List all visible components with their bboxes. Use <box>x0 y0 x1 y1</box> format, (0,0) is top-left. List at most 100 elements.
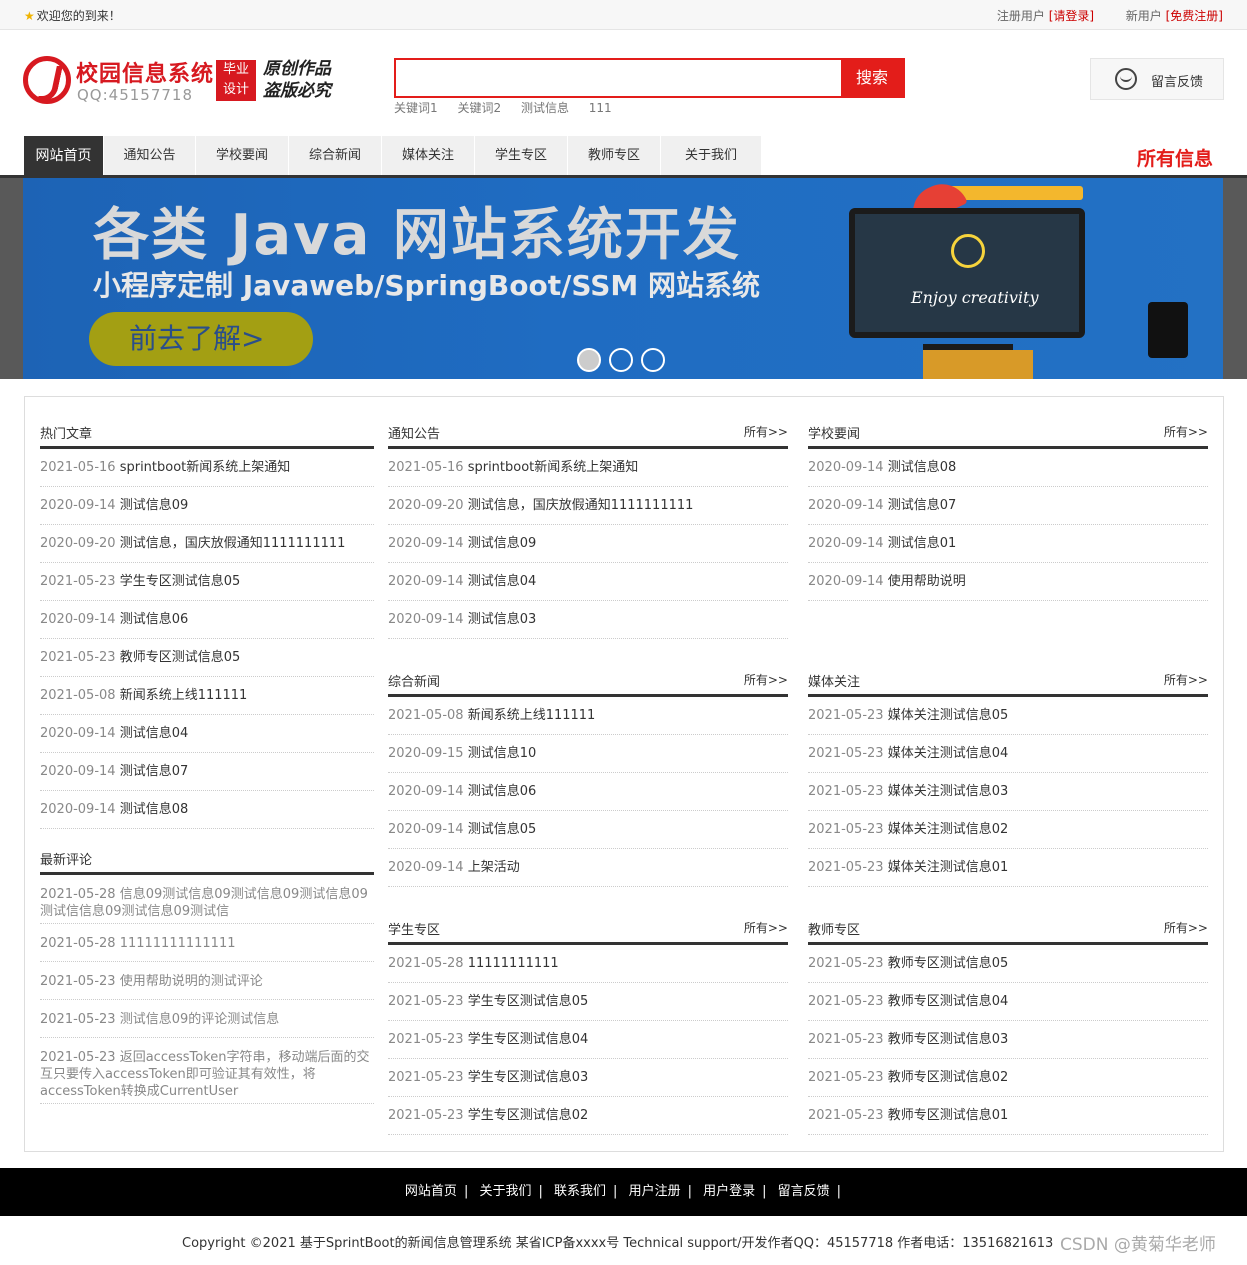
slogan: 原创作品 盗版必究 <box>263 59 331 101</box>
more-link[interactable]: 所有>> <box>1164 919 1208 936</box>
list-item[interactable]: 2020-09-14 测试信息04 <box>40 715 374 753</box>
list-item[interactable]: 2020-09-14 测试信息06 <box>388 773 788 811</box>
list-item[interactable]: 2021-05-23 返回accessToken字符串，移动端后面的交互只要传入… <box>40 1038 374 1104</box>
notice-list: 2021-05-16 sprintboot新闻系统上架通知 2020-09-20 … <box>388 449 788 639</box>
list-item[interactable]: 2021-05-28 信息09测试信息09测试信息09测试信息09测试信信息09… <box>40 875 374 924</box>
item-date: 2020-09-14 <box>388 784 464 799</box>
list-item[interactable]: 2021-05-23 教师专区测试信息03 <box>808 1021 1208 1059</box>
more-link[interactable]: 所有>> <box>1164 423 1208 440</box>
list-item[interactable]: 2021-05-23 使用帮助说明的测试评论 <box>40 962 374 1000</box>
site-logo[interactable]: 校园信息系统 QQ:45157718 毕业 设计 原创作品 盗版必究 <box>23 56 353 106</box>
list-item[interactable]: 2020-09-20 测试信息，国庆放假通知1111111111 <box>388 487 788 525</box>
list-item[interactable]: 2021-05-23 教师专区测试信息05 <box>808 945 1208 983</box>
footer-nav: 网站首页 | 关于我们 | 联系我们 | 用户注册 | 用户登录 | 留言反馈 | <box>0 1168 1247 1216</box>
list-item[interactable]: 2020-09-14 测试信息04 <box>388 563 788 601</box>
footer-link-about[interactable]: 关于我们 <box>479 1184 531 1199</box>
nav-item-media[interactable]: 媒体关注 <box>382 136 475 175</box>
list-item[interactable]: 2020-09-14 测试信息01 <box>808 525 1208 563</box>
nav-item-student[interactable]: 学生专区 <box>475 136 568 175</box>
list-item[interactable]: 2020-09-14 上架活动 <box>388 849 788 887</box>
nav-item-school[interactable]: 学校要闻 <box>196 136 289 175</box>
list-item[interactable]: 2021-05-23 媒体关注测试信息02 <box>808 811 1208 849</box>
list-item[interactable]: 2021-05-16 sprintboot新闻系统上架通知 <box>40 449 374 487</box>
more-link[interactable]: 所有>> <box>744 423 788 440</box>
search-input[interactable] <box>396 60 841 96</box>
keyword-link[interactable]: 关键词2 <box>457 101 501 115</box>
keyword-link[interactable]: 测试信息 <box>521 101 569 115</box>
feedback-button[interactable]: 留言反馈 <box>1090 58 1224 100</box>
list-item[interactable]: 2021-05-23 媒体关注测试信息03 <box>808 773 1208 811</box>
item-title: 使用帮助说明的测试评论 <box>119 974 263 989</box>
list-item[interactable]: 2021-05-16 sprintboot新闻系统上架通知 <box>388 449 788 487</box>
list-item[interactable]: 2020-09-14 测试信息05 <box>388 811 788 849</box>
list-item[interactable]: 2021-05-23 测试信息09的评论测试信息 <box>40 1000 374 1038</box>
login-link[interactable]: [请登录] <box>1049 9 1094 23</box>
nav-item-about[interactable]: 关于我们 <box>661 136 762 175</box>
list-item[interactable]: 2021-05-23 教师专区测试信息05 <box>40 639 374 677</box>
list-item[interactable]: 2020-09-20 测试信息，国庆放假通知1111111111 <box>40 525 374 563</box>
list-item[interactable]: 2021-05-23 教师专区测试信息04 <box>808 983 1208 1021</box>
more-link[interactable]: 所有>> <box>744 919 788 936</box>
list-item[interactable]: 2021-05-23 学生专区测试信息02 <box>388 1097 788 1135</box>
list-item[interactable]: 2021-05-28 11111111111 <box>388 945 788 983</box>
keyword-link[interactable]: 关键词1 <box>394 101 438 115</box>
footer-link-contact[interactable]: 联系我们 <box>554 1184 606 1199</box>
item-date: 2021-05-23 <box>388 1070 464 1085</box>
list-item[interactable]: 2021-05-23 学生专区测试信息03 <box>388 1059 788 1097</box>
list-item[interactable]: 2021-05-23 学生专区测试信息04 <box>388 1021 788 1059</box>
item-date: 2021-05-23 <box>40 974 116 989</box>
list-item[interactable]: 2020-09-14 测试信息08 <box>808 449 1208 487</box>
list-item[interactable]: 2020-09-14 测试信息03 <box>388 601 788 639</box>
list-item[interactable]: 2021-05-08 新闻系统上线111111 <box>388 697 788 735</box>
item-title: 教师专区测试信息02 <box>887 1070 1009 1085</box>
item-date: 2021-05-23 <box>808 822 884 837</box>
list-item[interactable]: 2021-05-23 学生专区测试信息05 <box>388 983 788 1021</box>
banner-dot-2[interactable] <box>609 348 633 372</box>
footer-link-login[interactable]: 用户登录 <box>703 1184 755 1199</box>
section-title: 学校要闻 <box>808 427 861 442</box>
list-item[interactable]: 2020-09-14 使用帮助说明 <box>808 563 1208 601</box>
nav-item-home[interactable]: 网站首页 <box>24 136 104 175</box>
list-item[interactable]: 2020-09-14 测试信息08 <box>40 791 374 829</box>
banner-dot-1[interactable] <box>577 348 601 372</box>
list-item[interactable]: 2020-09-14 测试信息09 <box>40 487 374 525</box>
list-item[interactable]: 2021-05-23 媒体关注测试信息04 <box>808 735 1208 773</box>
teacher-list: 2021-05-23 教师专区测试信息05 2021-05-23 教师专区测试信息… <box>808 945 1208 1135</box>
item-title: 测试信息09的评论测试信息 <box>119 1012 280 1027</box>
list-item[interactable]: 2020-09-15 测试信息10 <box>388 735 788 773</box>
nav-item-teacher[interactable]: 教师专区 <box>568 136 661 175</box>
footer-link-register[interactable]: 用户注册 <box>629 1184 681 1199</box>
more-link[interactable]: 所有>> <box>744 671 788 688</box>
list-item[interactable]: 2020-09-14 测试信息06 <box>40 601 374 639</box>
list-item[interactable]: 2021-05-23 教师专区测试信息01 <box>808 1097 1208 1135</box>
list-item[interactable]: 2020-09-14 测试信息09 <box>388 525 788 563</box>
more-link[interactable]: 所有>> <box>1164 671 1208 688</box>
list-item[interactable]: 2021-05-23 学生专区测试信息05 <box>40 563 374 601</box>
nav-item-notice[interactable]: 通知公告 <box>104 136 196 175</box>
list-item[interactable]: 2021-05-23 教师专区测试信息02 <box>808 1059 1208 1097</box>
footer-link-home[interactable]: 网站首页 <box>405 1184 457 1199</box>
item-title: 教师专区测试信息04 <box>887 994 1009 1009</box>
list-item[interactable]: 2021-05-23 媒体关注测试信息01 <box>808 849 1208 887</box>
keyword-link[interactable]: 111 <box>589 101 612 115</box>
banner-dot-3[interactable] <box>641 348 665 372</box>
item-title: 教师专区测试信息05 <box>887 956 1009 971</box>
media-section: 媒体关注 所有>> 2021-05-23 媒体关注测试信息05 2021-05-2… <box>808 645 1208 887</box>
register-link[interactable]: [免费注册] <box>1166 9 1223 23</box>
item-title: 使用帮助说明 <box>887 574 966 589</box>
list-item[interactable]: 2020-09-14 测试信息07 <box>40 753 374 791</box>
item-date: 2021-05-23 <box>40 1012 116 1027</box>
search-button[interactable]: 搜索 <box>841 58 903 98</box>
item-title: 测试信息06 <box>467 784 537 799</box>
banner-cta-button[interactable]: 前去了解> <box>89 312 313 366</box>
item-title: 媒体关注测试信息04 <box>887 746 1009 761</box>
all-info-link[interactable]: 所有信息 <box>1137 144 1213 171</box>
item-date: 2021-05-23 <box>808 1032 884 1047</box>
list-item[interactable]: 2021-05-08 新闻系统上线111111 <box>40 677 374 715</box>
top-bar: ★ 欢迎您的到来！ 注册用户 [请登录] 新用户 [免费注册] <box>0 0 1247 30</box>
footer-link-feedback[interactable]: 留言反馈 <box>778 1184 830 1199</box>
nav-item-news[interactable]: 综合新闻 <box>289 136 382 175</box>
list-item[interactable]: 2020-09-14 测试信息07 <box>808 487 1208 525</box>
list-item[interactable]: 2021-05-28 11111111111111 <box>40 924 374 962</box>
list-item[interactable]: 2021-05-23 媒体关注测试信息05 <box>808 697 1208 735</box>
